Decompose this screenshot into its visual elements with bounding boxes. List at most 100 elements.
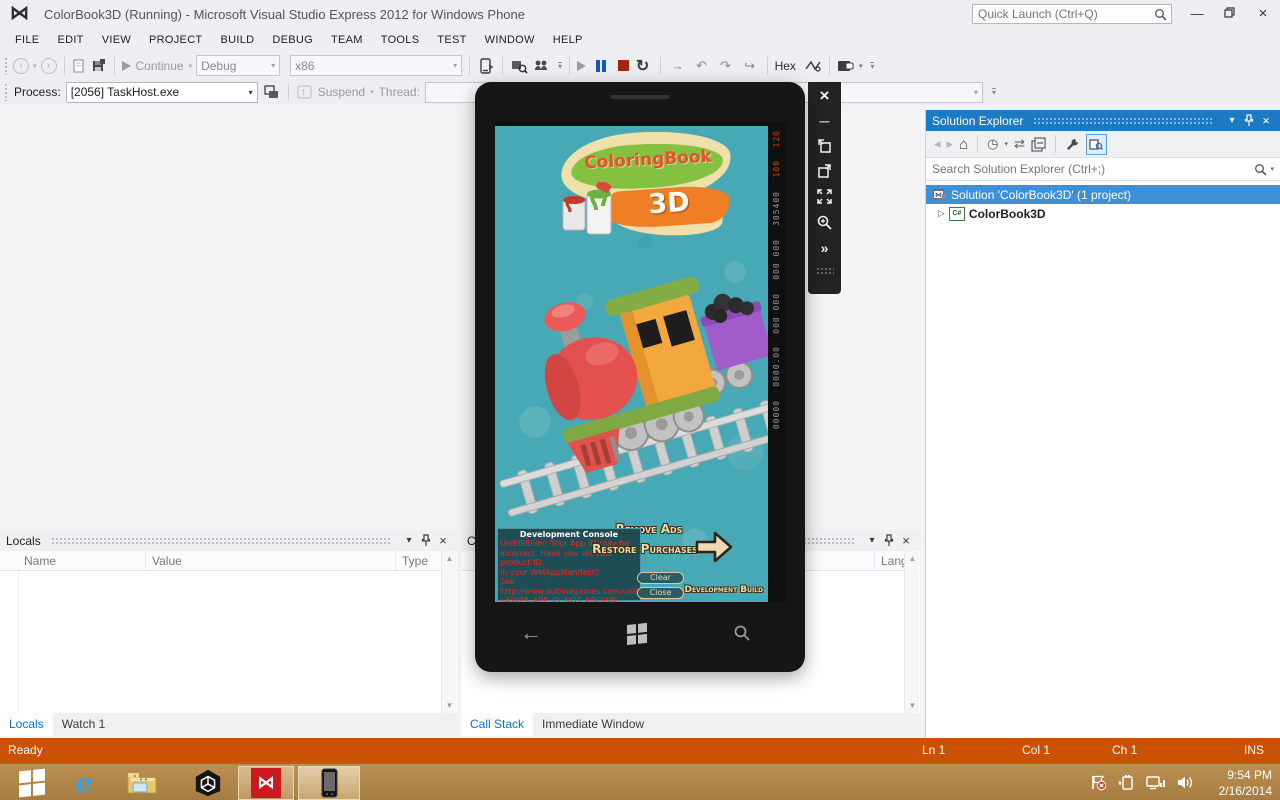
step-into-icon[interactable]: ↶ [692, 56, 712, 76]
navigate-forward-button[interactable]: › [41, 58, 57, 74]
process-combo[interactable]: [2056] TaskHost.exe▾ [66, 82, 258, 103]
taskbar-file-explorer[interactable] [118, 766, 166, 800]
tab-watch1[interactable]: Watch 1 [53, 713, 115, 736]
minimize-icon[interactable]: ─ [815, 113, 835, 129]
parallel-stacks-icon[interactable] [532, 58, 550, 74]
window-position-icon[interactable]: ▾ [1224, 115, 1240, 126]
phone-start-button[interactable] [627, 623, 647, 645]
restore-button[interactable] [1214, 4, 1244, 24]
close-icon[interactable]: × [898, 533, 914, 548]
close-icon[interactable]: × [435, 533, 451, 548]
close-icon[interactable]: × [1258, 113, 1274, 128]
toolbar-overflow-icon[interactable]: ▾ [870, 62, 874, 70]
next-arrow-button[interactable] [693, 528, 735, 566]
quick-launch-input[interactable] [973, 7, 1154, 21]
close-button[interactable]: × [1248, 4, 1278, 24]
home-icon[interactable]: ⌂ [959, 136, 968, 153]
tree-item-project[interactable]: ▷ C# ColorBook3D [926, 204, 1280, 223]
step-out-icon[interactable]: ↪ [740, 56, 760, 76]
chevron-down-icon[interactable]: ▾ [1004, 140, 1008, 148]
phone-search-button[interactable] [733, 624, 751, 642]
configuration-combo[interactable]: Debug▾ [196, 55, 280, 76]
platform-combo[interactable]: x86▾ [290, 55, 462, 76]
tab-immediate-window[interactable]: Immediate Window [533, 713, 653, 736]
taskbar-clock[interactable]: 9:54 PM 2/16/2014 [1219, 767, 1272, 799]
suspend-label[interactable]: Suspend [318, 85, 365, 99]
toolbar-grip[interactable] [4, 57, 9, 75]
signal-toggle-icon[interactable] [804, 59, 822, 73]
back-icon[interactable]: ◂ [934, 136, 941, 152]
chevron-down-icon[interactable]: ▾ [859, 62, 863, 70]
fit-to-screen-icon[interactable] [816, 188, 833, 205]
power-battery-icon[interactable] [1117, 774, 1136, 791]
pin-icon[interactable] [884, 534, 894, 547]
phone-back-button[interactable]: ← [520, 620, 542, 646]
column-value[interactable]: Value [146, 551, 396, 570]
locals-titlebar[interactable]: Locals ▾ × [0, 530, 457, 551]
navigate-back-button[interactable]: ‹ [13, 58, 29, 74]
menu-window[interactable]: WINDOW [476, 30, 544, 50]
stop-debugging-button[interactable] [618, 60, 629, 71]
show-next-statement-icon[interactable]: → [668, 56, 688, 76]
properties-wrench-icon[interactable] [1065, 137, 1080, 152]
sync-with-active-document-icon[interactable]: ⇄ [1014, 136, 1025, 152]
start-debug-icon[interactable] [577, 61, 586, 71]
quick-launch-box[interactable] [972, 4, 1172, 24]
pending-changes-filter-icon[interactable]: ◷ [987, 136, 998, 152]
expand-more-icon[interactable]: » [815, 240, 835, 256]
console-close-button[interactable]: Close [637, 587, 684, 599]
zoom-icon[interactable] [816, 214, 833, 231]
taskbar-unity[interactable] [182, 766, 234, 800]
column-name[interactable]: Name [0, 551, 146, 570]
navigate-back-dropdown[interactable]: ▾ [33, 62, 37, 70]
menu-test[interactable]: TEST [428, 30, 475, 50]
menu-file[interactable]: FILE [6, 30, 48, 50]
deploy-device-icon[interactable] [477, 57, 495, 75]
rotate-left-icon[interactable] [816, 138, 833, 154]
output-window-icon[interactable] [837, 59, 855, 73]
continue-button[interactable]: Continue ▾ [122, 59, 193, 73]
pin-icon[interactable] [421, 534, 431, 547]
menu-view[interactable]: VIEW [93, 30, 140, 50]
callstack-scrollbar[interactable]: ▲ ▼ [904, 551, 919, 713]
menu-project[interactable]: PROJECT [140, 30, 211, 50]
window-position-icon[interactable]: ▾ [864, 535, 880, 546]
start-button[interactable] [8, 766, 56, 800]
show-all-files-button[interactable] [1086, 134, 1107, 155]
scroll-down-icon[interactable]: ▼ [442, 698, 457, 713]
close-icon[interactable]: × [815, 88, 835, 104]
volume-icon[interactable] [1176, 774, 1194, 791]
emulator-screen[interactable]: ColoringBook 3D [495, 122, 785, 602]
new-item-icon[interactable] [72, 58, 87, 74]
menu-help[interactable]: HELP [544, 30, 592, 50]
step-over-icon[interactable]: ↷ [716, 56, 736, 76]
toolbar-grip[interactable] [816, 267, 834, 275]
window-position-icon[interactable]: ▾ [401, 535, 417, 546]
locals-scrollbar[interactable]: ▲ ▼ [441, 551, 456, 713]
action-center-flag-icon[interactable] [1090, 774, 1107, 791]
menu-debug[interactable]: DEBUG [263, 30, 322, 50]
toolbar-overflow-icon[interactable]: ▾ [992, 88, 996, 96]
toolbar-options-icon[interactable]: ▾ [558, 62, 562, 70]
process-snapshot-icon[interactable] [263, 84, 280, 100]
toolbar-grip[interactable] [4, 83, 9, 101]
break-all-button[interactable] [596, 60, 606, 72]
tab-locals[interactable]: Locals [0, 713, 53, 736]
forward-icon[interactable]: ▸ [947, 136, 954, 152]
taskbar-phone-emulator[interactable] [298, 766, 360, 800]
solution-search-input[interactable] [932, 162, 1254, 176]
attach-debugger-icon[interactable] [510, 58, 528, 74]
network-icon[interactable] [1146, 774, 1166, 791]
menu-build[interactable]: BUILD [211, 30, 263, 50]
console-clear-button[interactable]: Clear [637, 572, 684, 584]
scroll-down-icon[interactable]: ▼ [905, 698, 920, 713]
pin-icon[interactable] [1244, 114, 1254, 127]
solution-explorer-titlebar[interactable]: Solution Explorer ▾ × [926, 110, 1280, 131]
scroll-up-icon[interactable]: ▲ [905, 551, 920, 566]
solution-explorer-search[interactable]: ▾ [926, 158, 1280, 181]
save-all-icon[interactable] [91, 58, 107, 74]
rotate-right-icon[interactable] [816, 163, 833, 179]
menu-edit[interactable]: EDIT [48, 30, 92, 50]
chevron-down-icon[interactable]: ▾ [1270, 165, 1274, 173]
expander-icon[interactable]: ▷ [938, 208, 945, 219]
